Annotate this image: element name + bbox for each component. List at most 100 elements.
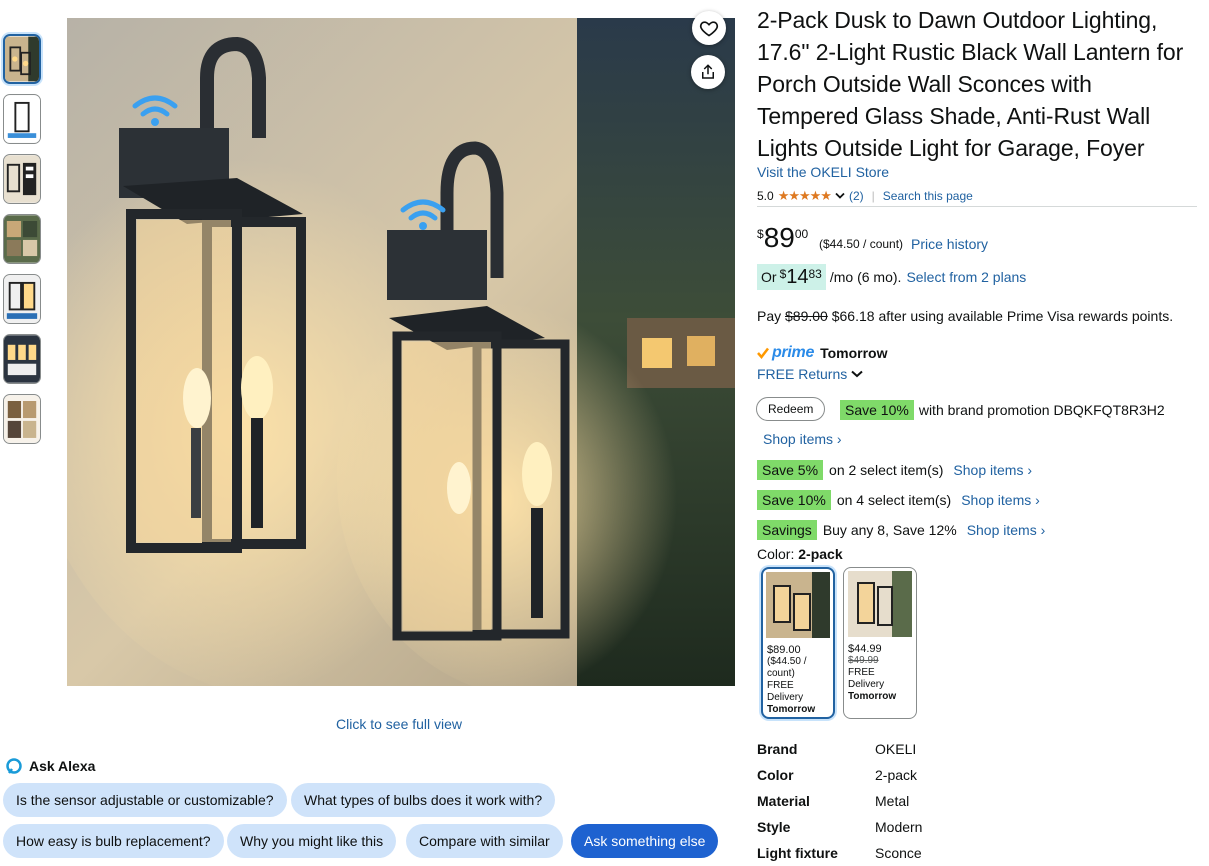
product-title: 2-Pack Dusk to Dawn Outdoor Lighting, 17… — [757, 7, 1184, 161]
alexa-chip-bulb-replacement[interactable]: How easy is bulb replacement? — [3, 824, 224, 858]
prime-delivery: prime Tomorrow — [757, 344, 887, 362]
prime-visa-pay: Pay $89.00 $66.18 after using available … — [757, 308, 1173, 324]
spec-row: Color 2-pack — [757, 762, 922, 788]
spec-value: Modern — [875, 819, 923, 835]
price-per-count: ($44.50 / count) — [819, 237, 904, 251]
alexa-chip-ask-else[interactable]: Ask something else — [571, 824, 719, 858]
alexa-chip-compare[interactable]: Compare with similar — [406, 824, 563, 858]
monthly-prefix: Or — [761, 269, 777, 285]
monthly-fraction: 83 — [808, 267, 822, 281]
brand-promotion: Save 10% with brand promotion DBQKFQT8R3… — [840, 400, 1165, 420]
spec-key: Style — [757, 819, 791, 835]
swatch-delivery: FREE Delivery — [848, 667, 885, 690]
shop-items-link[interactable]: Shop items › — [961, 492, 1040, 508]
pay-prefix: Pay — [757, 308, 782, 324]
shop-items-link[interactable]: Shop items › — [967, 522, 1046, 538]
price: $ 89 00 — [757, 222, 808, 254]
thumbnail-2[interactable] — [3, 94, 41, 144]
separator: | — [871, 189, 875, 203]
product-specs-table: Brand OKELI Color 2-pack Material Metal Sty… — [757, 736, 922, 866]
promotion-row: Save 5% on 2 select item(s) Shop items › — [757, 460, 1032, 480]
chevron-down-icon[interactable] — [851, 370, 863, 378]
delivery-day: Tomorrow — [820, 345, 888, 361]
promo-text: with brand promotion DBQKFQT8R3H2 — [918, 402, 1165, 418]
divider — [757, 206, 1197, 207]
click-full-view-link[interactable]: Click to see full view — [336, 716, 462, 732]
spec-row: Style Modern — [757, 814, 922, 840]
swatch-delivery: FREE Delivery — [767, 680, 804, 703]
spec-row: Light fixture Sconce — [757, 840, 922, 866]
ask-alexa-title: Ask Alexa — [29, 758, 96, 774]
share-button[interactable] — [691, 55, 725, 89]
rating-stars[interactable]: ★★★★★ — [778, 188, 832, 204]
promo-text: Buy any 8, Save 12% — [822, 522, 957, 538]
color-option-2-pack[interactable]: $89.00 ($44.50 / count) FREE Delivery To… — [761, 567, 835, 719]
thumbnail-3[interactable] — [3, 154, 41, 204]
swatch-day: Tomorrow — [848, 691, 897, 702]
thumbnail-7[interactable] — [3, 394, 41, 444]
swatch-image — [766, 572, 830, 638]
heart-icon — [699, 21, 719, 37]
review-count-link[interactable]: (2) — [849, 189, 864, 203]
redeem-button[interactable]: Redeem — [756, 397, 826, 421]
price-currency: $ — [757, 227, 764, 241]
wishlist-button[interactable] — [692, 11, 726, 45]
thumbnail-4[interactable] — [3, 214, 41, 264]
thumbnail-5[interactable] — [3, 274, 41, 324]
thumbnail-1[interactable] — [3, 34, 41, 84]
pay-text: $66.18 after using available Prime Visa … — [831, 308, 1174, 324]
store-link[interactable]: Visit the OKELI Store — [757, 164, 889, 180]
swatch-per-count: ($44.50 / count) — [767, 656, 807, 679]
monthly-currency: $ — [779, 267, 787, 281]
prime-logo: prime — [772, 344, 815, 361]
select-plans-link[interactable]: Select from 2 plans — [906, 264, 1026, 290]
promotion-row: Save 10% on 4 select item(s) Shop items … — [757, 490, 1040, 510]
thumbnail-strip — [3, 34, 43, 454]
shop-items-link[interactable]: Shop items › — [763, 431, 842, 447]
swatch-details: $44.99 $49.99 FREE Delivery Tomorrow — [844, 637, 916, 703]
search-page-link[interactable]: Search this page — [883, 189, 973, 203]
spec-key: Color — [757, 767, 794, 783]
color-option-1-pack[interactable]: $44.99 $49.99 FREE Delivery Tomorrow — [843, 567, 917, 719]
shop-items-link[interactable]: Shop items › — [953, 462, 1032, 478]
color-selected: 2-pack — [798, 546, 843, 562]
swatch-price: $89.00 — [767, 644, 801, 656]
spec-value: Sconce — [875, 845, 922, 861]
spec-row: Material Metal — [757, 788, 922, 814]
thumbnail-6[interactable] — [3, 334, 41, 384]
main-product-image[interactable] — [67, 18, 735, 686]
swatch-details: $89.00 ($44.50 / count) FREE Delivery To… — [763, 638, 833, 716]
swatch-price: $44.99 — [848, 643, 882, 655]
rating-value: 5.0 — [757, 189, 774, 203]
share-icon — [702, 64, 714, 79]
promo-badge: Save 10% — [757, 490, 831, 510]
free-returns[interactable]: FREE Returns — [757, 366, 863, 382]
chevron-down-icon[interactable] — [835, 192, 845, 200]
price-fraction: 00 — [794, 227, 809, 241]
monthly-payment: Or $ 14 83 /mo (6 mo). Select from 2 pla… — [757, 264, 1026, 290]
alexa-icon — [6, 758, 22, 774]
alexa-chip-sensor[interactable]: Is the sensor adjustable or customizable… — [3, 783, 287, 817]
ask-alexa-header: Ask Alexa — [6, 758, 95, 774]
promo-badge: Save 5% — [757, 460, 824, 480]
monthly-term: /mo (6 mo). — [829, 269, 902, 285]
alexa-chip-why-like[interactable]: Why you might like this — [227, 824, 397, 858]
spec-value: 2-pack — [875, 767, 918, 783]
price-whole: 89 — [763, 222, 795, 253]
promo-badge: Savings — [757, 520, 817, 540]
check-icon — [757, 347, 769, 359]
spec-key: Brand — [757, 741, 798, 757]
free-returns-link[interactable]: FREE Returns — [757, 366, 847, 382]
price-history-link[interactable]: Price history — [911, 236, 988, 252]
spec-key: Light fixture — [757, 845, 838, 861]
swatch-day: Tomorrow — [767, 704, 816, 715]
color-label: Color: — [757, 546, 795, 562]
swatch-image — [848, 571, 912, 637]
ratings-row: 5.0 ★★★★★ (2) | Search this page — [757, 188, 973, 204]
pay-original: $89.00 — [785, 308, 828, 324]
alexa-chip-bulb-types[interactable]: What types of bulbs does it work with? — [291, 783, 556, 817]
promo-text: on 4 select item(s) — [836, 492, 952, 508]
promo-badge: Save 10% — [840, 400, 914, 420]
promotion-row: Savings Buy any 8, Save 12% Shop items › — [757, 520, 1045, 540]
monthly-highlight: Or $ 14 83 — [757, 264, 826, 290]
